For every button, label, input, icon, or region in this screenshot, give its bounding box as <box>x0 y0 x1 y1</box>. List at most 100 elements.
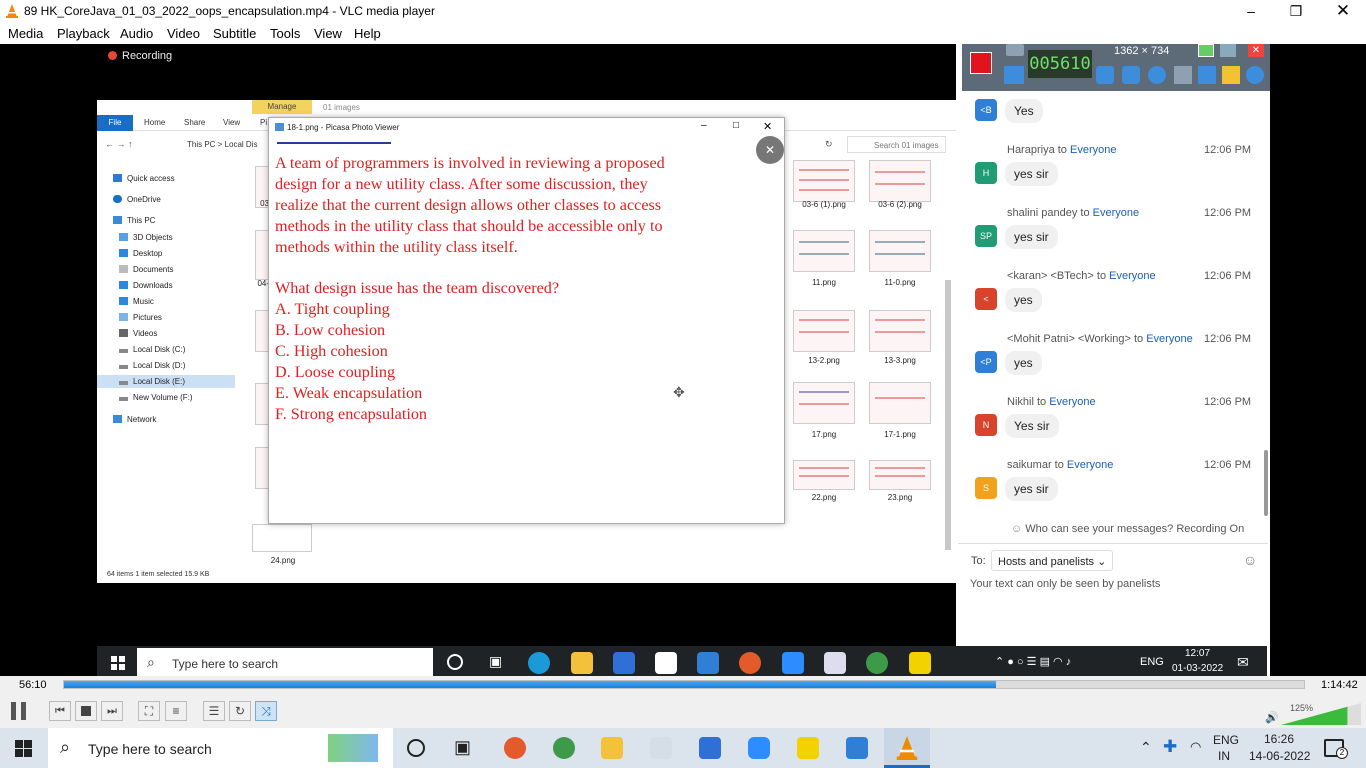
emoji-icon[interactable]: ☺ <box>1243 552 1257 568</box>
wifi-icon[interactable]: ◠ <box>1190 739 1201 755</box>
loop-button[interactable]: ↻ <box>229 701 251 721</box>
tab-picture-tools[interactable]: Pi <box>260 118 267 127</box>
tab-view[interactable]: View <box>223 118 240 127</box>
windows-start-icon[interactable] <box>15 740 32 757</box>
menu-tools[interactable]: Tools <box>270 26 300 41</box>
menu-audio[interactable]: Audio <box>120 26 153 41</box>
recipient-dropdown[interactable]: Hosts and panelists ⌄ <box>991 550 1114 571</box>
settings-gear-icon[interactable] <box>1246 66 1264 84</box>
close-toolbar-icon[interactable]: ✕ <box>1248 44 1264 57</box>
snipping-icon[interactable] <box>650 737 672 759</box>
pause-record-icon[interactable] <box>1004 66 1024 84</box>
nav-videos[interactable]: Videos <box>119 329 157 338</box>
sticky-notes-icon[interactable] <box>797 737 819 759</box>
chat-scrollbar[interactable] <box>1264 450 1268 516</box>
close-button[interactable]: ✕ <box>1320 0 1366 23</box>
nav-quick-access[interactable]: Quick access <box>113 174 175 183</box>
address-bar[interactable]: This PC > Local Dis <box>187 140 257 149</box>
picasa-close-button[interactable]: ✕ <box>763 120 772 133</box>
file-thumbnail[interactable] <box>869 310 931 352</box>
file-explorer-icon[interactable] <box>601 737 623 759</box>
folder-icon[interactable] <box>1222 66 1240 84</box>
playlist-button[interactable]: ☰ <box>203 701 225 721</box>
nav-local-disk-e[interactable]: Local Disk (E:) <box>97 375 235 388</box>
speaker-volume-icon[interactable]: 🔊 <box>1265 711 1279 724</box>
chat-input[interactable]: Your text can only be seen by panelists <box>970 578 1160 590</box>
photos-icon[interactable] <box>846 737 868 759</box>
webcam-icon[interactable] <box>1148 66 1166 84</box>
volume-slider[interactable] <box>1281 703 1361 725</box>
microphone-icon[interactable] <box>1122 66 1140 84</box>
language-indicator[interactable]: ENG <box>1213 733 1239 747</box>
nav-local-disk-c[interactable]: Local Disk (C:) <box>119 345 185 354</box>
clock-date[interactable]: 14-06-2022 <box>1249 749 1310 763</box>
nav-music[interactable]: Music <box>119 297 154 306</box>
tab-share[interactable]: Share <box>184 118 205 127</box>
speaker-icon[interactable] <box>1096 66 1114 84</box>
previous-button[interactable]: ⏮ <box>49 701 71 721</box>
stop-record-icon[interactable] <box>970 52 992 74</box>
nav-desktop[interactable]: Desktop <box>119 249 162 258</box>
nav-3d-objects[interactable]: 3D Objects <box>119 233 173 242</box>
menu-help[interactable]: Help <box>354 26 381 41</box>
recorder-app-icon[interactable] <box>504 737 526 759</box>
file-thumbnail[interactable] <box>252 524 312 552</box>
clock-time[interactable]: 16:26 <box>1264 732 1294 746</box>
file-thumbnail[interactable] <box>869 230 931 272</box>
explorer-search-box[interactable]: Search 01 images <box>847 136 946 153</box>
picasa-minimize-button[interactable]: – <box>701 120 707 131</box>
menu-media[interactable]: Media <box>8 26 43 41</box>
zoom-icon[interactable] <box>748 737 770 759</box>
nav-downloads[interactable]: Downloads <box>119 281 173 290</box>
taskbar-search-box[interactable]: ⌕ Type here to search <box>48 728 393 768</box>
nav-documents[interactable]: Documents <box>119 265 173 274</box>
plus-icon[interactable]: ✚ <box>1163 737 1177 757</box>
file-thumbnail[interactable] <box>869 382 931 424</box>
minimize-button[interactable]: – <box>1228 0 1274 23</box>
next-button[interactable]: ⏭ <box>101 701 123 721</box>
maximize-button[interactable]: ❐ <box>1273 0 1319 23</box>
nav-new-volume-f[interactable]: New Volume (F:) <box>119 393 193 402</box>
tab-file[interactable]: File <box>97 115 133 131</box>
camera-icon[interactable] <box>1006 44 1024 56</box>
nav-pictures[interactable]: Pictures <box>119 313 162 322</box>
tab-home[interactable]: Home <box>144 118 165 127</box>
file-thumbnail[interactable] <box>869 460 931 490</box>
cursor-icon[interactable] <box>1174 66 1192 84</box>
back-arrow-icon[interactable]: ← → ↑ <box>105 139 133 149</box>
picasa-maximize-button[interactable]: □ <box>733 120 739 131</box>
extended-settings-button[interactable]: ≡ <box>165 701 187 721</box>
minimize-toolbar-icon[interactable] <box>1220 44 1236 57</box>
menu-playback[interactable]: Playback <box>57 26 110 41</box>
file-thumbnail[interactable] <box>793 230 855 272</box>
nav-this-pc[interactable]: This PC <box>113 216 155 225</box>
nav-onedrive[interactable]: OneDrive <box>113 195 161 204</box>
refresh-icon[interactable]: ↻ <box>825 139 833 150</box>
nav-network[interactable]: Network <box>113 415 156 424</box>
nav-local-disk-d[interactable]: Local Disk (D:) <box>119 361 185 370</box>
vlc-taskbar-button[interactable] <box>884 728 930 768</box>
pen-icon[interactable] <box>1198 66 1216 84</box>
fullscreen-button[interactable]: ⛶ <box>138 701 160 721</box>
manage-tab[interactable]: Manage <box>252 100 312 114</box>
task-view-icon[interactable]: ▣ <box>454 737 471 758</box>
file-thumbnail[interactable] <box>793 382 855 424</box>
menu-view[interactable]: View <box>314 26 342 41</box>
restore-icon[interactable] <box>1198 44 1214 57</box>
file-thumbnail[interactable] <box>869 160 931 202</box>
cortana-icon[interactable] <box>407 739 425 757</box>
file-thumbnail[interactable] <box>793 160 855 202</box>
chrome-icon[interactable] <box>553 737 575 759</box>
file-thumbnail[interactable] <box>793 310 855 352</box>
menu-subtitle[interactable]: Subtitle <box>213 26 256 41</box>
stop-button[interactable] <box>75 701 97 721</box>
viewer-close-overlay-button[interactable]: ✕ <box>756 136 784 164</box>
shuffle-button[interactable]: ⤨ <box>255 701 277 721</box>
explorer-scrollbar[interactable] <box>945 280 951 550</box>
privacy-note[interactable]: ☺ Who can see your messages? Recording O… <box>1011 523 1244 535</box>
seek-bar[interactable] <box>63 680 1305 689</box>
file-thumbnail[interactable] <box>793 460 855 490</box>
menu-video[interactable]: Video <box>167 26 200 41</box>
show-hidden-icons[interactable]: ⌃ <box>1140 739 1152 756</box>
pause-button[interactable] <box>7 700 31 722</box>
